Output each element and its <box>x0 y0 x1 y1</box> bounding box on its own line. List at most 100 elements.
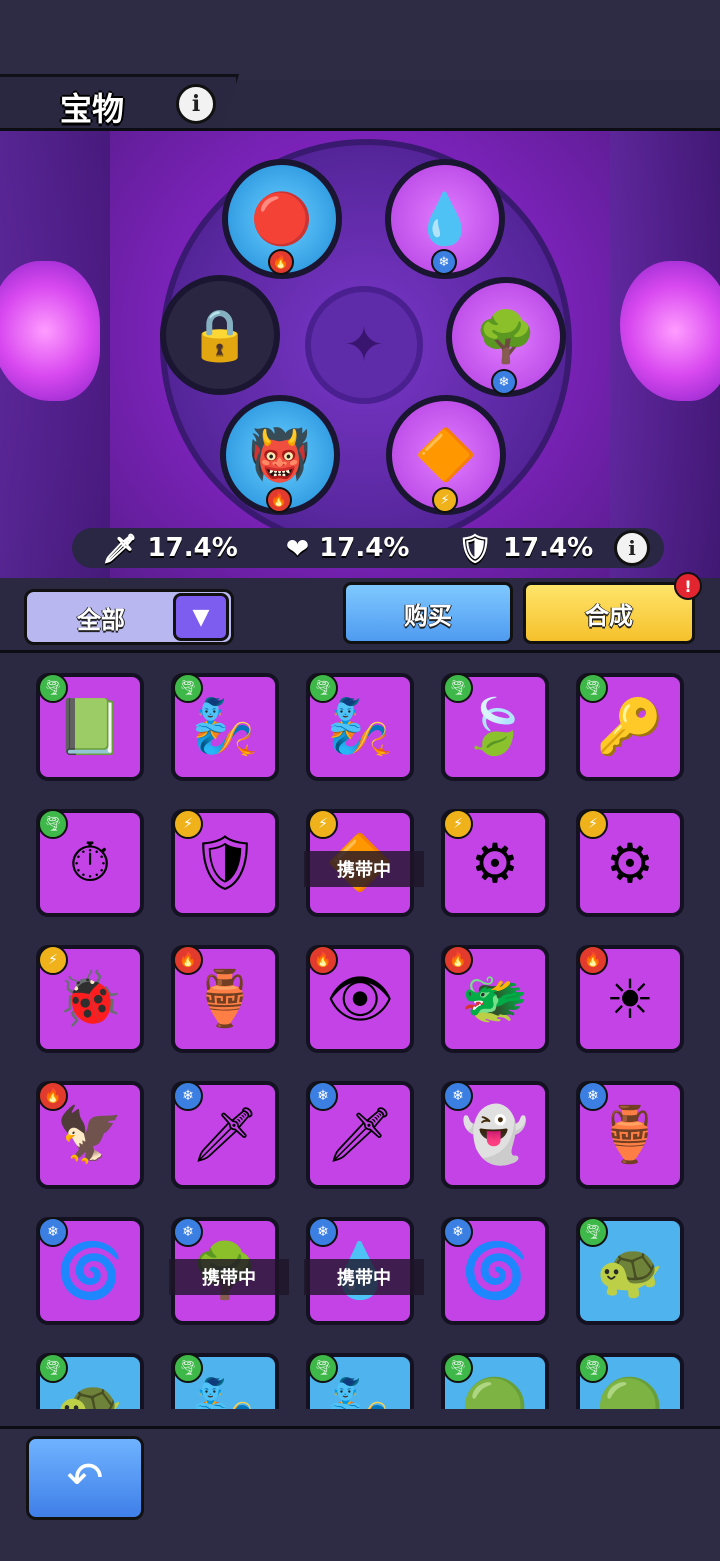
treasure-item[interactable]: 🔑 🌪 <box>576 673 684 781</box>
treasure-item[interactable]: 🛡 ⚡ <box>171 809 279 917</box>
treasure-item[interactable]: 🟢 🌪 <box>441 1353 549 1409</box>
treasure-item[interactable]: 🗡 ❄ <box>306 1081 414 1189</box>
treasure-item-icon: ☀ <box>605 967 655 1031</box>
buy-button[interactable]: 购买 <box>343 582 513 644</box>
wind-element-icon: 🌪 <box>38 809 68 839</box>
treasure-item-icon: 🐲 <box>461 967 529 1030</box>
filter-dropdown[interactable]: 全部 ▼ <box>24 589 234 645</box>
left-flame <box>0 261 100 401</box>
treasure-item-icon: ⚙ <box>470 831 520 895</box>
treasure-item[interactable]: ⚙ ⚡ <box>441 809 549 917</box>
wind-element-icon: 🌪 <box>578 673 608 703</box>
treasure-item[interactable]: 🍃 🌪 <box>441 673 549 781</box>
treasure-item-icon: 🛡 <box>190 831 260 894</box>
treasure-item-icon: 🧞 <box>191 695 259 758</box>
treasure-item[interactable]: ⏱ 🌪 <box>36 809 144 917</box>
treasure-item-icon: 🗡 <box>325 1103 395 1166</box>
top-bar <box>0 0 720 80</box>
snowflake-icon: ❄ <box>491 369 517 395</box>
carried-label: 携带中 <box>304 851 424 887</box>
treasure-item-icon: 👻 <box>461 1103 529 1166</box>
treasure-item-icon: 🧞 <box>326 695 394 758</box>
wind-element-icon: 🌪 <box>308 673 338 703</box>
treasure-item[interactable]: 🌳❄携带中 <box>169 1217 289 1325</box>
stats-info-icon[interactable]: i <box>614 530 650 566</box>
treasure-item-icon: 🏺 <box>596 1103 664 1166</box>
lock-icon: 🔒 <box>188 305 252 364</box>
treasure-stage: ✦ 🔴 🔥 💧 ❄ 🔒 🌳 ❄ 👹 🔥 🔶 ⚡ <box>0 128 720 582</box>
ice-tree-icon: 🌳 <box>474 307 538 366</box>
treasure-item[interactable]: 🐞 ⚡ <box>36 945 144 1053</box>
treasure-item[interactable]: 🌀 ❄ <box>36 1217 144 1325</box>
treasure-item[interactable]: 🟢 🌪 <box>576 1353 684 1409</box>
treasure-item[interactable]: 🌀 ❄ <box>441 1217 549 1325</box>
ice-element-icon: ❄ <box>38 1217 68 1247</box>
fire-orb-icon: 🔴 <box>250 189 314 248</box>
wind-element-icon: 🌪 <box>578 1353 608 1383</box>
treasure-item-icon: 🐢 <box>56 1375 124 1409</box>
fire-icon: 🔥 <box>268 249 294 275</box>
treasure-item[interactable]: 🧞 🌪 <box>171 1353 279 1409</box>
treasure-item[interactable]: ⚙ ⚡ <box>576 809 684 917</box>
fire-element-icon: 🔥 <box>38 1081 68 1111</box>
treasure-item-icon: 🟢 <box>596 1375 664 1409</box>
merge-alert-badge: ! <box>674 572 702 600</box>
wind-element-icon: 🌪 <box>38 1353 68 1383</box>
back-arrow-icon[interactable]: ↶ <box>26 1436 144 1520</box>
treasure-item[interactable]: 🐢 🌪 <box>576 1217 684 1325</box>
wind-element-icon: 🌪 <box>578 1217 608 1247</box>
stats-bar: 🗡 17.4% ❤ 17.4% 🛡 17.4% <box>72 528 664 568</box>
treasure-item-icon: 🟢 <box>461 1375 529 1409</box>
chevron-down-icon[interactable]: ▼ <box>173 593 229 641</box>
treasure-item[interactable]: 🔶⚡携带中 <box>304 809 424 917</box>
treasure-item[interactable]: 💧❄携带中 <box>304 1217 424 1325</box>
treasure-item[interactable]: 🏺 ❄ <box>576 1081 684 1189</box>
ice-element-icon: ❄ <box>443 1081 473 1111</box>
treasure-item[interactable]: 🐢 🌪 <box>36 1353 144 1409</box>
fire-element-icon: 🔥 <box>173 945 203 975</box>
bolt-element-icon: ⚡ <box>443 809 473 839</box>
attack-value: 17.4% <box>147 533 238 563</box>
treasure-item[interactable]: 👻 ❄ <box>441 1081 549 1189</box>
treasure-item-icon: 👁 <box>325 967 395 1030</box>
bolt-icon: ⚡ <box>432 487 458 513</box>
treasure-item-icon: 🧞 <box>191 1375 259 1409</box>
merge-button[interactable]: 合成 <box>523 582 695 644</box>
filter-label: 全部 <box>77 605 125 634</box>
pyramid-icon: 🔶 <box>414 425 478 484</box>
treasure-item[interactable]: 📗 🌪 <box>36 673 144 781</box>
fire-element-icon: 🔥 <box>578 945 608 975</box>
treasure-item[interactable]: 🐲 🔥 <box>441 945 549 1053</box>
fire-icon: 🔥 <box>266 487 292 513</box>
treasure-item-icon: 🧞 <box>326 1375 394 1409</box>
defense-value: 17.4% <box>502 533 594 563</box>
ice-element-icon: ❄ <box>173 1081 203 1111</box>
treasure-item[interactable]: 🧞 🌪 <box>306 673 414 781</box>
fire-element-icon: 🔥 <box>443 945 473 975</box>
treasure-item[interactable]: 👁 🔥 <box>306 945 414 1053</box>
compass-hub-icon: ✦ <box>305 286 423 404</box>
ice-element-icon: ❄ <box>308 1217 338 1247</box>
page-title: 宝物 <box>60 90 125 128</box>
wind-element-icon: 🌪 <box>308 1353 338 1383</box>
shield-icon: 🛡 <box>457 531 493 565</box>
slot-locked[interactable]: 🔒 <box>160 275 280 395</box>
heart-icon: ❤ <box>285 531 310 565</box>
health-value: 17.4% <box>319 533 410 563</box>
treasure-item[interactable]: 🏺 🔥 <box>171 945 279 1053</box>
water-drop-icon: 💧 <box>413 189 477 248</box>
treasure-item-icon: 🏺 <box>191 967 259 1030</box>
treasure-item-icon: ⚙ <box>605 831 655 895</box>
treasure-item[interactable]: 🧞 🌪 <box>171 673 279 781</box>
wind-element-icon: 🌪 <box>173 673 203 703</box>
stat-attack: 🗡 17.4% <box>102 532 238 565</box>
treasure-item-icon: 🌀 <box>461 1239 529 1302</box>
ice-element-icon: ❄ <box>578 1081 608 1111</box>
monster-box-icon: 👹 <box>248 425 312 484</box>
treasure-item[interactable]: 🦅 🔥 <box>36 1081 144 1189</box>
info-icon[interactable]: i <box>176 84 216 124</box>
treasure-item-icon: 🐢 <box>596 1239 664 1302</box>
treasure-item[interactable]: ☀ 🔥 <box>576 945 684 1053</box>
treasure-item[interactable]: 🗡 ❄ <box>171 1081 279 1189</box>
treasure-item[interactable]: 🧞 🌪 <box>306 1353 414 1409</box>
